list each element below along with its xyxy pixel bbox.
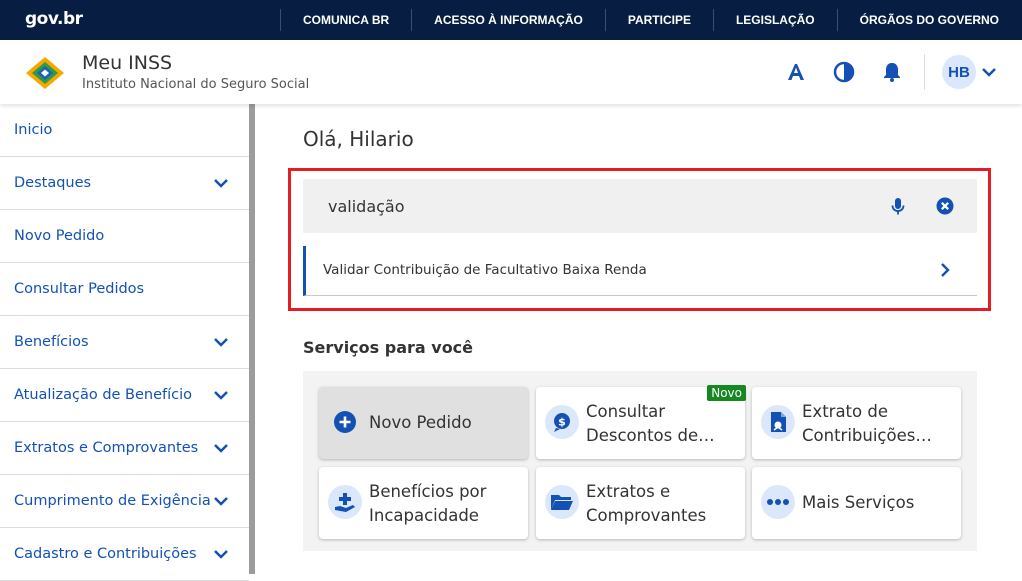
chevron-down-icon[interactable]: [212, 176, 230, 190]
sidebar-item-inicio[interactable]: Inicio: [0, 104, 249, 157]
sidebar-item-consultar-pedidos[interactable]: Consultar Pedidos: [0, 263, 249, 316]
sidebar-item-extratos[interactable]: Extratos e Comprovantes: [0, 422, 249, 475]
page-title: Olá, Hilario: [303, 127, 414, 151]
money-icon: $: [545, 405, 579, 439]
sidebar-item-beneficios[interactable]: Benefícios: [0, 316, 249, 369]
gov-bar: gov.br COMUNICA BR ACESSO À INFORMAÇÃO P…: [0, 0, 1022, 40]
document-icon: [761, 405, 795, 439]
services-grid: Novo Pedido $ Consultar Descontos de… Nov…: [303, 371, 977, 551]
chevron-down-icon[interactable]: [212, 547, 230, 561]
sidebar-item-label: Cadastro e Contribuições: [14, 546, 197, 562]
sidebar-item-cadastro[interactable]: Cadastro e Contribuições: [0, 528, 249, 581]
new-badge: Novo: [707, 385, 746, 401]
app-subtitle: Instituto Nacional do Seguro Social: [82, 77, 310, 92]
app-header: Meu INSS Instituto Nacional do Seguro So…: [0, 40, 1022, 104]
plus-circle-icon: [328, 405, 362, 439]
sidebar-item-label: Atualização de Benefício: [14, 387, 193, 403]
service-card-beneficios-incapacidade[interactable]: Benefícios por Incapacidade: [319, 467, 528, 539]
service-card-mais-servicos[interactable]: Mais Serviços: [752, 467, 961, 539]
service-card-label: Mais Serviços: [802, 493, 915, 512]
sidebar-item-label: Extratos e Comprovantes: [14, 440, 199, 456]
sidebar-item-exigencia[interactable]: Cumprimento de Exigência: [0, 475, 249, 528]
hand-plus-icon: [328, 485, 362, 519]
gov-link-comunica[interactable]: COMUNICA BR: [279, 9, 411, 31]
service-card-label: Extrato de Contribuições…: [802, 402, 932, 445]
chevron-down-icon[interactable]: [212, 388, 230, 402]
chevron-down-icon[interactable]: [980, 64, 998, 80]
main-content: Olá, Hilario validação Validar Contribui…: [255, 104, 1022, 574]
service-card-novo-pedido[interactable]: Novo Pedido: [319, 387, 528, 459]
app-title: Meu INSS: [82, 52, 173, 74]
svg-text:$: $: [558, 416, 566, 429]
gov-link-legislacao[interactable]: LEGISLAÇÃO: [712, 9, 837, 31]
govbr-logo[interactable]: gov.br: [25, 9, 83, 29]
sidebar-item-label: Cumprimento de Exigência: [14, 493, 211, 509]
sidebar-item-label: Consultar Pedidos: [14, 281, 145, 297]
bell-icon[interactable]: [878, 58, 906, 86]
gov-links: COMUNICA BR ACESSO À INFORMAÇÃO PARTICIP…: [279, 0, 1022, 40]
sidebar-item-label: Benefícios: [14, 334, 89, 350]
gov-link-orgaos[interactable]: ÓRGÃOS DO GOVERNO: [836, 9, 1022, 31]
section-title: Serviços para você: [303, 338, 474, 357]
folder-icon: [545, 485, 579, 519]
contrast-icon[interactable]: [830, 58, 858, 86]
service-card-extratos-comprovantes[interactable]: Extratos e Comprovantes: [536, 467, 745, 539]
chevron-down-icon[interactable]: [212, 441, 230, 455]
gov-link-acesso[interactable]: ACESSO À INFORMAÇÃO: [411, 9, 605, 31]
service-card-label: Benefícios por Incapacidade: [369, 482, 487, 525]
inss-logo-icon[interactable]: [22, 53, 68, 93]
sidebar-item-label: Novo Pedido: [14, 228, 105, 244]
header-divider: [924, 54, 925, 90]
service-card-consultar-descontos[interactable]: $ Consultar Descontos de… Novo: [536, 385, 746, 459]
sidebar-item-atualizacao[interactable]: Atualização de Benefício: [0, 369, 249, 422]
chevron-down-icon[interactable]: [212, 494, 230, 508]
sidebar-item-destaques[interactable]: Destaques: [0, 157, 249, 210]
font-size-icon[interactable]: [782, 58, 810, 86]
service-card-label: Consultar Descontos de…: [586, 402, 715, 445]
sidebar-item-label: Inicio: [14, 122, 53, 138]
sidebar-item-label: Destaques: [14, 175, 92, 191]
gov-link-participe[interactable]: PARTICIPE: [604, 9, 713, 31]
service-card-label: Extratos e Comprovantes: [586, 482, 707, 525]
more-icon: [761, 485, 795, 519]
chevron-down-icon[interactable]: [212, 335, 230, 349]
avatar[interactable]: HB: [942, 55, 976, 89]
service-card-extrato-contribuicoes[interactable]: Extrato de Contribuições…: [752, 387, 961, 459]
sidebar-item-novo-pedido[interactable]: Novo Pedido: [0, 210, 249, 263]
sidebar: Inicio Destaques Novo Pedido Consultar P…: [0, 104, 249, 581]
service-card-label: Novo Pedido: [369, 413, 472, 432]
highlight-box: [288, 168, 991, 311]
